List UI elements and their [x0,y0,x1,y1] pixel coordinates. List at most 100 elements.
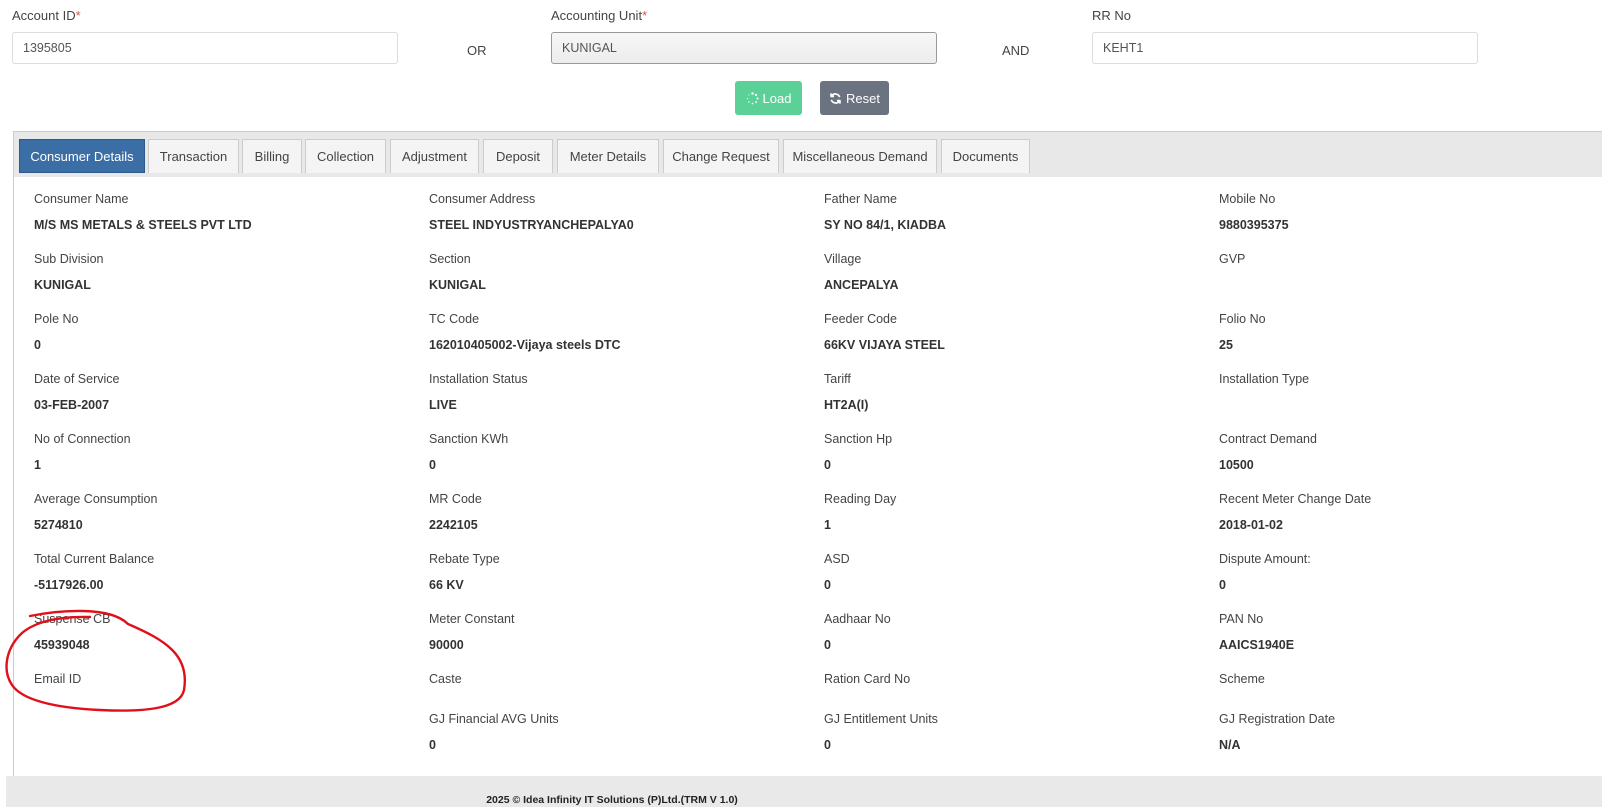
detail-label: Folio No [1219,312,1266,326]
detail-field: GJ Financial AVG Units 0 [429,712,809,770]
tab-deposit[interactable]: Deposit [483,139,553,173]
detail-field: Tariff HT2A(I) [824,372,1204,430]
detail-value: 1 [34,458,41,472]
detail-field: Pole No 0 [34,312,414,370]
detail-value: N/A [1219,738,1241,752]
detail-field: Total Current Balance -5117926.00 [34,552,414,610]
detail-value: 0 [824,638,831,652]
reset-button[interactable]: Reset [820,81,889,115]
detail-value: 10500 [1219,458,1254,472]
detail-label: GJ Registration Date [1219,712,1336,726]
detail-label: TC Code [429,312,480,326]
tab-billing[interactable]: Billing [242,139,302,173]
detail-label: Tariff [824,372,851,386]
detail-field: Aadhaar No 0 [824,612,1204,670]
detail-label: Dispute Amount: [1219,552,1311,566]
detail-value: SY NO 84/1, KIADBA [824,218,947,232]
detail-label: ASD [824,552,850,566]
required-mark: * [642,8,648,23]
detail-label: GJ Entitlement Units [824,712,938,726]
rr-no-input[interactable] [1092,32,1478,64]
detail-field: Installation Type [1219,372,1599,430]
detail-field: Suspense CB 45939048 [34,612,414,670]
tab-transaction[interactable]: Transaction [148,139,239,173]
detail-field: Sanction Hp 0 [824,432,1204,490]
detail-label: Total Current Balance [34,552,155,566]
tab-change-request[interactable]: Change Request [663,139,779,173]
detail-field: Feeder Code 66KV VIJAYA STEEL [824,312,1204,370]
detail-label: Scheme [1219,672,1265,686]
account-id-input[interactable] [12,32,398,64]
detail-label: Meter Constant [429,612,515,626]
detail-label: Suspense CB [34,612,111,626]
detail-field: Consumer Name M/S MS METALS & STEELS PVT … [34,192,414,250]
tab-miscellaneous-demand[interactable]: Miscellaneous Demand [783,139,937,173]
detail-value: KUNIGAL [429,278,486,292]
detail-label: Reading Day [824,492,897,506]
detail-label: Section [429,252,471,266]
detail-label: Date of Service [34,372,120,386]
detail-label: Average Consumption [34,492,158,506]
detail-label: No of Connection [34,432,131,446]
detail-value: M/S MS METALS & STEELS PVT LTD [34,218,252,232]
detail-label: Sanction Hp [824,432,893,446]
detail-value: 25 [1219,338,1233,352]
detail-label: Father Name [824,192,897,206]
detail-field: Average Consumption 5274810 [34,492,414,550]
account-id-label: Account ID* [12,8,81,23]
detail-label: Email ID [34,672,82,686]
detail-label: Caste [429,672,462,686]
detail-label: PAN No [1219,612,1264,626]
detail-label: Sub Division [34,252,104,266]
detail-label: GVP [1219,252,1246,266]
detail-field: Date of Service 03-FEB-2007 [34,372,414,430]
detail-value: 0 [824,738,831,752]
detail-field: Reading Day 1 [824,492,1204,550]
detail-field: Contract Demand 10500 [1219,432,1599,490]
detail-field: Installation Status LIVE [429,372,809,430]
detail-label: Recent Meter Change Date [1219,492,1372,506]
footer-text: 2025 © Idea Infinity IT Solutions (P)Ltd… [486,794,738,806]
detail-field: Rebate Type 66 KV [429,552,809,610]
detail-field: GVP [1219,252,1599,310]
detail-value: 0 [429,458,436,472]
detail-value: 0 [429,738,436,752]
accounting-unit-input[interactable] [551,32,937,64]
detail-value: 2018-01-02 [1219,518,1283,532]
detail-value: 9880395375 [1219,218,1289,232]
tab-meter-details[interactable]: Meter Details [557,139,659,173]
detail-value: 5274810 [34,518,83,532]
spinner-icon [746,91,759,105]
detail-value: LIVE [429,398,457,412]
detail-field [34,712,414,770]
search-form: Account ID* OR Accounting Unit* AND RR N… [0,0,1602,80]
detail-value: 0 [824,578,831,592]
detail-label: Village [824,252,862,266]
tab-collection[interactable]: Collection [305,139,386,173]
detail-field: PAN No AAICS1940E [1219,612,1599,670]
detail-value: -5117926.00 [34,578,104,592]
detail-value: 66KV VIJAYA STEEL [824,338,945,352]
load-button[interactable]: Load [735,81,802,115]
or-text: OR [467,43,487,58]
consumer-panel: Consumer Details Transaction Billing Col… [13,131,1602,777]
detail-field: Village ANCEPALYA [824,252,1204,310]
detail-field: Consumer Address STEEL INDYUSTRYANCHEPALY… [429,192,809,250]
detail-value: 0 [1219,578,1226,592]
tab-adjustment[interactable]: Adjustment [390,139,479,173]
detail-field: GJ Registration Date N/A [1219,712,1599,770]
tab-consumer-details[interactable]: Consumer Details [19,139,145,173]
detail-label: Sanction KWh [429,432,509,446]
reset-label: Reset [846,90,880,106]
rr-no-label: RR No [1092,8,1132,23]
refresh-icon [829,92,842,105]
detail-field: Dispute Amount: 0 [1219,552,1599,610]
detail-field: Meter Constant 90000 [429,612,809,670]
detail-value: KUNIGAL [34,278,91,292]
detail-label: Feeder Code [824,312,897,326]
required-mark: * [75,8,81,23]
tab-documents[interactable]: Documents [941,139,1030,173]
and-text: AND [1002,43,1030,58]
detail-label: Installation Type [1219,372,1310,386]
detail-value: 1 [824,518,831,532]
